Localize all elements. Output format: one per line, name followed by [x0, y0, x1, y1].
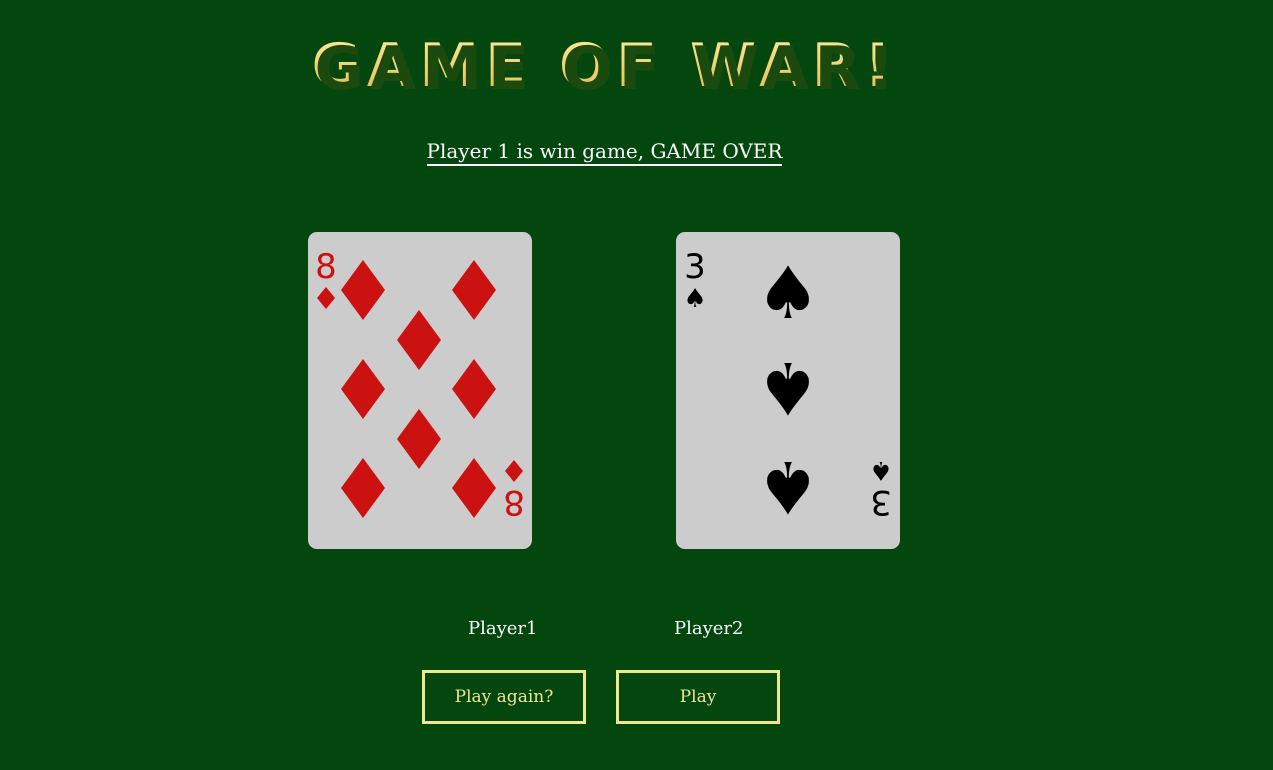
- card-rank-bottom: 8: [503, 482, 525, 522]
- spade-pip-icon: ♠: [756, 251, 821, 335]
- diamond-pip-icon: [341, 359, 385, 419]
- spade-corner-icon-top: ♠: [683, 284, 706, 314]
- diamond-pip-icon: [452, 458, 496, 518]
- eight-of-diamonds-card-face: 8 8: [315, 247, 525, 522]
- card-rank-top: 3: [684, 247, 706, 287]
- player1-label: Player1: [468, 618, 538, 639]
- player1-card: 8 8: [308, 232, 532, 549]
- card-rank-bottom: 3: [870, 482, 892, 522]
- card-rank-top: 8: [315, 247, 337, 287]
- diamond-pip-icon: [452, 260, 496, 320]
- spade-pip-icon: ♠: [756, 346, 821, 430]
- diamond-corner-icon-top: [317, 287, 335, 309]
- spade-corner-icon-bottom: ♠: [869, 455, 892, 485]
- play-again-button[interactable]: Play again?: [422, 670, 586, 724]
- diamond-pip-icon: [341, 458, 385, 518]
- spade-pip-icon: ♠: [756, 445, 821, 529]
- three-of-spades-card-face: 3 ♠ 3 ♠ ♠ ♠ ♠: [683, 247, 892, 529]
- game-title: GAME OF WAR!: [0, 26, 1209, 106]
- diamond-pip-icon: [341, 260, 385, 320]
- game-status-text: Player 1 is win game, GAME OVER: [426, 139, 783, 166]
- game-status: Player 1 is win game, GAME OVER: [0, 136, 1209, 166]
- diamond-pip-icon: [397, 310, 441, 370]
- player2-label: Player2: [674, 618, 744, 639]
- diamond-pip-icon: [452, 359, 496, 419]
- player2-card: 3 ♠ 3 ♠ ♠ ♠ ♠: [676, 232, 900, 549]
- play-button[interactable]: Play: [616, 670, 780, 724]
- diamond-pip-icon: [397, 409, 441, 469]
- diamond-corner-icon-bottom: [505, 460, 523, 482]
